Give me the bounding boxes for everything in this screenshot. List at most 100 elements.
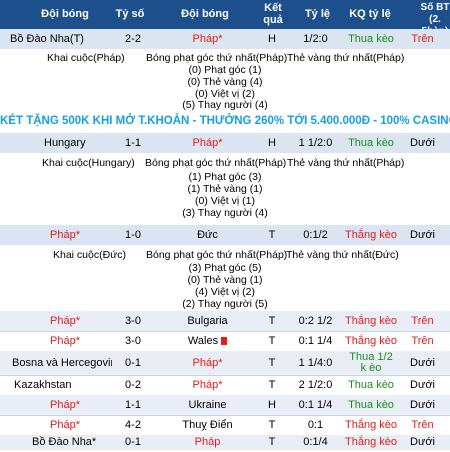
match-row-1[interactable]: Bồ Đào Nha(T) 2-2 Pháp* H 1/2:0 Thua kèo… bbox=[0, 29, 450, 49]
match-row-8[interactable]: Pháp* 1-1 Ukraine H 0:1 1/4 Thua kèo Dướ… bbox=[0, 395, 450, 415]
match-row-2[interactable]: Hungary 1-1 Pháp* H 1 1/2:0 Thua kèo Dướ… bbox=[0, 133, 450, 153]
score: 0-2 bbox=[125, 379, 141, 391]
score: 1-1 bbox=[125, 137, 141, 149]
team2[interactable]: Pháp* bbox=[165, 133, 250, 153]
team1[interactable]: Hungary bbox=[44, 133, 114, 153]
stat-offside: (0) Việt vị (1) bbox=[195, 195, 255, 207]
header-score: Tỷ số bbox=[115, 8, 145, 20]
goals: Trên bbox=[411, 315, 434, 327]
stat-kickoff: Khai cuộc(Pháp) bbox=[47, 52, 125, 64]
match-row-5[interactable]: Pháp* 3-0 Wales T 0:1 1/4 Thắng kèo Trên bbox=[0, 331, 450, 351]
result: T bbox=[268, 229, 276, 241]
odds-result: Thắng kèo bbox=[345, 436, 397, 448]
match-row-4[interactable]: Pháp* 3-0 Bulgaria T 0:2 1/2 Thắng kèo T… bbox=[0, 311, 450, 331]
team1[interactable]: Bosna và Hercegovina bbox=[12, 351, 112, 375]
red-card-icon bbox=[221, 337, 228, 346]
odds-result: Thắng kèo bbox=[345, 315, 397, 327]
stat-subs: (2) Thay người (5) bbox=[182, 298, 268, 310]
odds: 0:1/2 bbox=[303, 229, 328, 241]
promo-banner[interactable]: KÉT TẶNG 500K KHI MỞ T.KHOẢN - THƯỞNG 26… bbox=[0, 111, 450, 131]
score: 1-0 bbox=[125, 229, 141, 241]
team1[interactable]: Pháp* bbox=[50, 331, 110, 351]
result: H bbox=[268, 33, 276, 45]
goals: Dưới bbox=[410, 229, 435, 241]
goals: Dưới bbox=[410, 357, 435, 369]
team1[interactable]: Kazakhstan bbox=[14, 375, 109, 395]
stat-corners: (3) Phạt góc (5) bbox=[188, 262, 262, 274]
team2[interactable]: Pháp* bbox=[165, 351, 250, 375]
header-odds: Tỷ lệ bbox=[304, 8, 331, 20]
team1[interactable]: Pháp* bbox=[50, 395, 110, 415]
stat-first-corner: Bóng phạt góc thứ nhất(Pháp) bbox=[146, 52, 288, 64]
match-stats-3: Khai cuộc(Đức) Bóng phạt góc thứ nhất(Ph… bbox=[0, 245, 450, 311]
stat-subs: (3) Thay người (4) bbox=[182, 207, 268, 219]
goals: Dưới bbox=[410, 399, 435, 411]
odds-result: Thua 1/2 k èo bbox=[349, 352, 393, 374]
team1[interactable]: Pháp* bbox=[50, 225, 110, 245]
stat-subs: (5) Thay người (4) bbox=[182, 99, 268, 111]
stat-yellow: (0) Thẻ vàng (4) bbox=[187, 76, 263, 88]
team1[interactable]: Pháp* bbox=[50, 311, 110, 331]
match-row-3[interactable]: Pháp* 1-0 Đức T 0:1/2 Thắng kèo Dưới bbox=[0, 225, 450, 245]
goals: Dưới bbox=[410, 436, 435, 448]
goals: Trên bbox=[411, 335, 434, 347]
stat-kickoff: Khai cuộc(Hungary) bbox=[42, 157, 135, 169]
stat-first-yellow: Thẻ vàng thứ nhất(Pháp) bbox=[287, 52, 405, 64]
score: 0-1 bbox=[125, 436, 141, 448]
odds: 1 1/2:0 bbox=[298, 137, 333, 149]
stat-first-corner: Bóng phạt góc thứ nhất(Pháp) bbox=[145, 157, 287, 169]
result: T bbox=[268, 436, 276, 448]
match-row-10[interactable]: Bồ Đào Nha* 0-1 Pháp T 0:1/4 Thắng kèo D… bbox=[0, 435, 450, 450]
odds-result: Thua kèo bbox=[348, 137, 394, 149]
score: 0-1 bbox=[125, 357, 141, 369]
odds: 1 1/4:0 bbox=[298, 357, 333, 369]
odds-result: Thắng kèo bbox=[345, 229, 397, 241]
team2[interactable]: Wales bbox=[188, 335, 218, 347]
score: 2-2 bbox=[125, 33, 141, 45]
stat-yellow: (0) Thẻ vàng (1) bbox=[187, 274, 263, 286]
odds-result: Thua kèo bbox=[348, 33, 394, 45]
stat-corners: (0) Phạt góc (1) bbox=[188, 64, 262, 76]
team2[interactable]: Pháp* bbox=[165, 29, 250, 49]
odds-result: Thua kèo bbox=[348, 399, 394, 411]
goals: Trên bbox=[411, 33, 434, 45]
score: 3-0 bbox=[125, 315, 141, 327]
team2[interactable]: Đức bbox=[165, 225, 250, 245]
odds: 0:2 1/2 bbox=[298, 315, 333, 327]
odds: 2 1/2:0 bbox=[298, 379, 333, 391]
odds-result: Thua kèo bbox=[348, 379, 394, 391]
header-team2: Đội bóng bbox=[181, 8, 229, 20]
match-row-7[interactable]: Kazakhstan 0-2 Pháp* T 2 1/2:0 Thua kèo … bbox=[0, 375, 450, 395]
match-row-6[interactable]: Bosna và Hercegovina 0-1 Pháp* T 1 1/4:0… bbox=[0, 351, 450, 375]
team2-cell: Wales bbox=[165, 331, 250, 351]
stat-first-corner: Bóng phạt góc thứ nhất(Pháp) bbox=[146, 249, 288, 261]
odds: 0:1 1/4 bbox=[298, 399, 333, 411]
match-stats-2: Khai cuộc(Hungary) Bóng phạt góc thứ nhấ… bbox=[0, 153, 450, 225]
goals: Dưới bbox=[410, 137, 435, 149]
result: T bbox=[268, 315, 276, 327]
score: 3-0 bbox=[125, 335, 141, 347]
stat-corners: (1) Phạt góc (3) bbox=[188, 171, 262, 183]
table-header: Đội bóng Tỷ số Đội bóng Kết quả Tỷ lệ KQ… bbox=[0, 0, 450, 37]
stat-offside: (4) Việt vị (2) bbox=[195, 286, 255, 298]
result: H bbox=[268, 399, 276, 411]
result: H bbox=[268, 137, 276, 149]
result: T bbox=[268, 357, 276, 369]
stat-first-yellow: Thẻ vàng thứ nhất(Đức) bbox=[286, 249, 399, 261]
team2[interactable]: Pháp bbox=[165, 432, 250, 452]
score: 1-1 bbox=[125, 399, 141, 411]
odds: 1/2:0 bbox=[303, 33, 328, 45]
team1[interactable]: Bồ Đào Nha* bbox=[32, 432, 112, 452]
odds: 0:1 1/4 bbox=[298, 335, 333, 347]
team2[interactable]: Ukraine bbox=[165, 395, 250, 415]
team1[interactable]: Bồ Đào Nha(T) bbox=[10, 29, 110, 49]
team2[interactable]: Pháp* bbox=[165, 375, 250, 395]
header-result: Kết quả bbox=[263, 2, 283, 26]
odds: 0:1/4 bbox=[303, 436, 328, 448]
stat-yellow: (1) Thẻ vàng (1) bbox=[187, 183, 263, 195]
header-team1: Đội bóng bbox=[41, 8, 89, 20]
result: T bbox=[268, 379, 276, 391]
team2[interactable]: Bulgaria bbox=[165, 311, 250, 331]
odds-result: Thắng kèo bbox=[345, 335, 397, 347]
match-stats-1: Khai cuộc(Pháp) Bóng phạt góc thứ nhất(P… bbox=[0, 49, 450, 111]
